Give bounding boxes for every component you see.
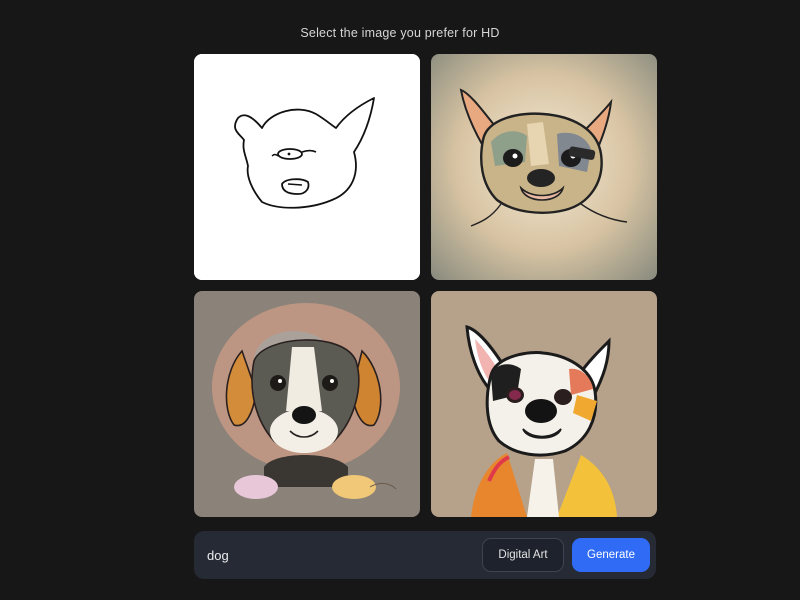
sketch-drawing <box>194 54 420 280</box>
style-selector-button[interactable]: Digital Art <box>482 538 564 572</box>
generate-button[interactable]: Generate <box>572 538 650 572</box>
page-title: Select the image you prefer for HD <box>300 26 500 40</box>
image-option-boston-terrier[interactable] <box>431 291 657 517</box>
prompt-input[interactable] <box>194 531 474 579</box>
boston-terrier-painting <box>431 291 657 517</box>
image-option-sketch[interactable] <box>194 54 420 280</box>
image-selection-page: Select the image you prefer for HD dog D… <box>0 0 800 600</box>
image-option-french-bulldog[interactable] <box>431 54 657 280</box>
french-bulldog-painting <box>431 54 657 280</box>
image-option-beagle-puppy[interactable] <box>194 291 420 517</box>
beagle-puppy-painting <box>194 291 420 517</box>
prompt-bar: Digital Art Generate <box>194 531 656 579</box>
